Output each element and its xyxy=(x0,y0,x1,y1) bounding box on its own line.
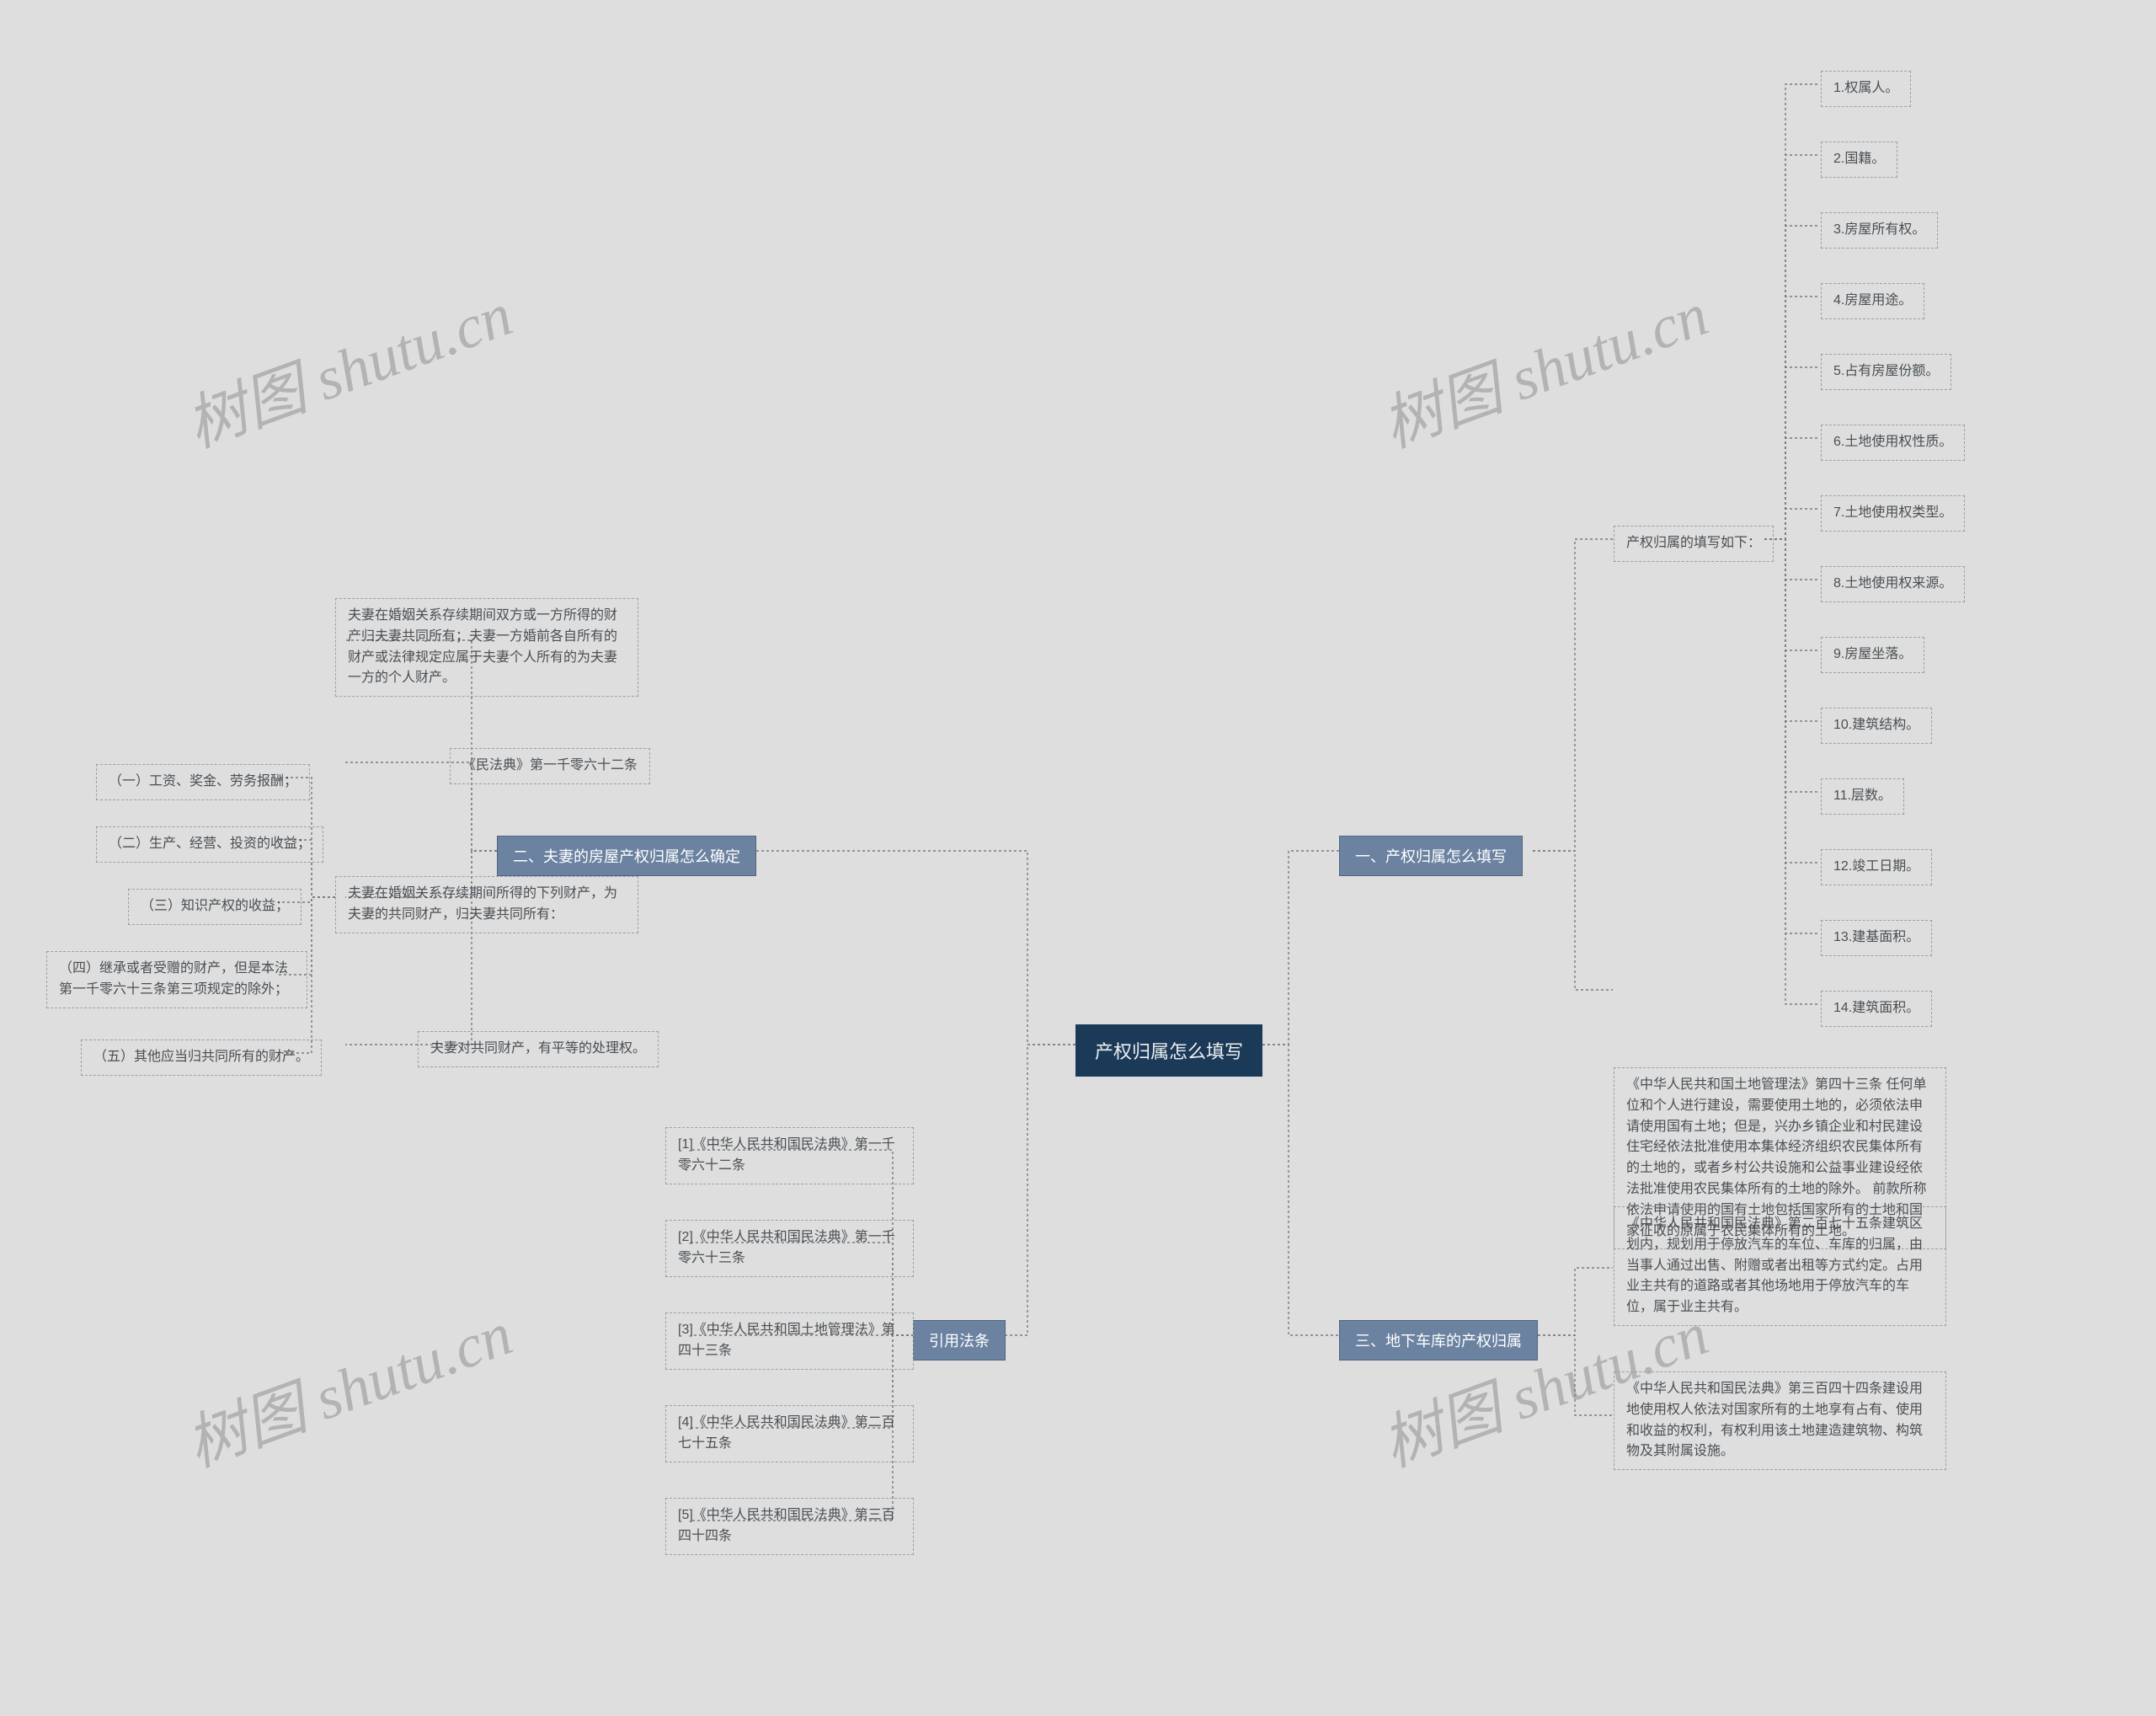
watermark: 树图 shutu.cn xyxy=(172,265,522,464)
watermark: 树图 shutu.cn xyxy=(1368,265,1718,464)
s1-item-12: 12.竣工日期。 xyxy=(1821,849,1932,885)
s3-p1: 《中华人民共和国民法典》第二百七十五条建筑区划内，规划用于停放汽车的车位、车库的… xyxy=(1614,1206,1946,1326)
s2-p2: 《民法典》第一千零六十二条 xyxy=(450,748,650,784)
s2-p4: 夫妻对共同财产，有平等的处理权。 xyxy=(418,1031,659,1067)
s1-item-7: 7.土地使用权类型。 xyxy=(1821,495,1965,532)
s2-item-1: （一）工资、奖金、劳务报酬； xyxy=(96,764,310,800)
s1-item-3: 3.房屋所有权。 xyxy=(1821,212,1938,249)
watermark: 树图 shutu.cn xyxy=(172,1284,522,1483)
s1-item-5: 5.占有房屋份额。 xyxy=(1821,354,1951,390)
s4-item-3: [3]《中华人民共和国土地管理法》第四十三条 xyxy=(665,1312,914,1370)
root-node[interactable]: 产权归属怎么填写 xyxy=(1075,1024,1262,1077)
s1-item-8: 8.土地使用权来源。 xyxy=(1821,566,1965,602)
branch-4[interactable]: 引用法条 xyxy=(913,1320,1006,1361)
s1-item-10: 10.建筑结构。 xyxy=(1821,708,1932,744)
s3-p2: 《中华人民共和国民法典》第三百四十四条建设用地使用权人依法对国家所有的土地享有占… xyxy=(1614,1371,1946,1470)
s4-item-5: [5]《中华人民共和国民法典》第三百四十四条 xyxy=(665,1498,914,1555)
branch-3[interactable]: 三、地下车库的产权归属 xyxy=(1339,1320,1538,1361)
s4-item-2: [2]《中华人民共和国民法典》第一千零六十三条 xyxy=(665,1220,914,1277)
s1-item-11: 11.层数。 xyxy=(1821,778,1904,815)
s1-item-4: 4.房屋用途。 xyxy=(1821,283,1924,319)
s2-p3: 夫妻在婚姻关系存续期间所得的下列财产，为夫妻的共同财产，归夫妻共同所有： xyxy=(335,876,638,933)
s1-item-1: 1.权属人。 xyxy=(1821,71,1911,107)
branch-1[interactable]: 一、产权归属怎么填写 xyxy=(1339,836,1523,876)
s1-item-6: 6.土地使用权性质。 xyxy=(1821,425,1965,461)
s1-item-9: 9.房屋坐落。 xyxy=(1821,637,1924,673)
s2-item-2: （二）生产、经营、投资的收益； xyxy=(96,826,323,863)
s1-item-13: 13.建基面积。 xyxy=(1821,920,1932,956)
s1-item-2: 2.国籍。 xyxy=(1821,142,1897,178)
s4-item-1: [1]《中华人民共和国民法典》第一千零六十二条 xyxy=(665,1127,914,1184)
s2-p1: 夫妻在婚姻关系存续期间双方或一方所得的财产归夫妻共同所有；夫妻一方婚前各自所有的… xyxy=(335,598,638,697)
branch-2[interactable]: 二、夫妻的房屋产权归属怎么确定 xyxy=(497,836,756,876)
s1-heading: 产权归属的填写如下： xyxy=(1614,526,1774,562)
s2-item-4: （四）继承或者受赠的财产，但是本法第一千零六十三条第三项规定的除外； xyxy=(46,951,307,1008)
s1-item-14: 14.建筑面积。 xyxy=(1821,991,1932,1027)
s2-item-5: （五）其他应当归共同所有的财产。 xyxy=(81,1040,322,1076)
s2-item-3: （三）知识产权的收益； xyxy=(128,889,302,925)
s4-item-4: [4]《中华人民共和国民法典》第二百七十五条 xyxy=(665,1405,914,1462)
